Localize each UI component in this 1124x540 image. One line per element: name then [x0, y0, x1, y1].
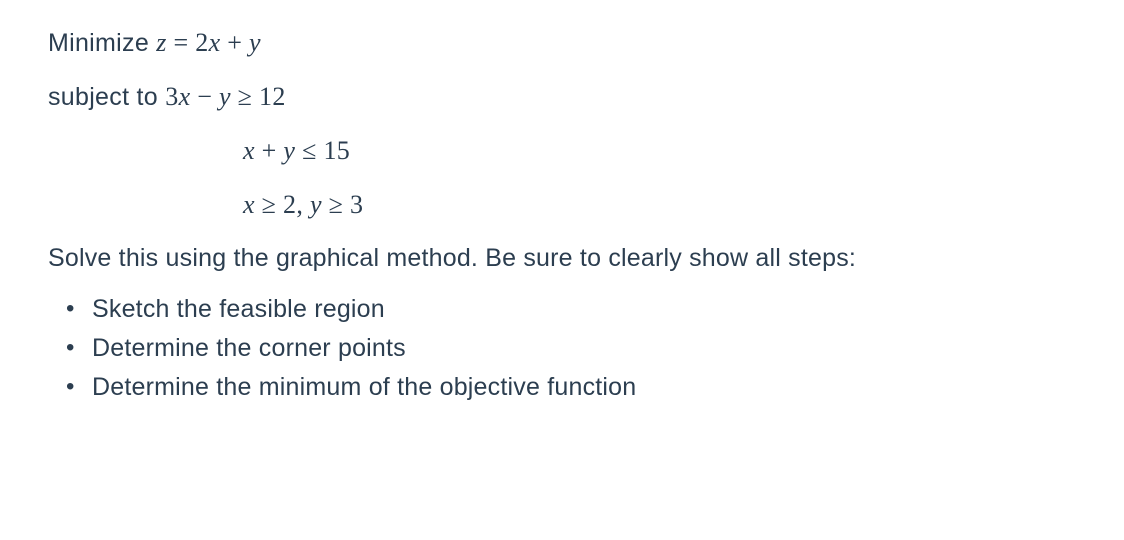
c2-plus: +: [255, 136, 284, 165]
step-corners: Determine the corner points: [92, 334, 1076, 363]
objective-line: Minimize z = 2x + y: [48, 28, 1076, 58]
c3-comma: ,: [296, 190, 310, 219]
objective-var: z: [156, 28, 166, 57]
c1-geq: ≥: [231, 82, 259, 111]
c3-2: 2: [283, 190, 296, 219]
c3-geq2: ≥: [322, 190, 350, 219]
coef-2: 2: [195, 28, 208, 57]
c1-y: y: [219, 82, 231, 111]
instruction-text: Solve this using the graphical method. B…: [48, 244, 1076, 273]
c1-rhs: 12: [259, 82, 286, 111]
constraint-line-2: x + y ≤ 15: [48, 136, 1076, 166]
c2-y: y: [283, 136, 295, 165]
constraint-line-1: subject to 3x − y ≥ 12: [48, 82, 1076, 112]
c3-y: y: [310, 190, 322, 219]
c3-3: 3: [350, 190, 363, 219]
c2-x: x: [243, 136, 255, 165]
step-minimum: Determine the minimum of the objective f…: [92, 373, 1076, 402]
c1-minus: −: [190, 82, 219, 111]
subject-to-label: subject to: [48, 83, 165, 111]
plus-op: +: [220, 28, 249, 57]
c1-coef: 3: [165, 82, 178, 111]
objective-label: Minimize: [48, 29, 156, 57]
step-sketch: Sketch the feasible region: [92, 295, 1076, 324]
steps-list: Sketch the feasible region Determine the…: [48, 295, 1076, 402]
c3-geq1: ≥: [255, 190, 283, 219]
c1-x: x: [179, 82, 191, 111]
c2-leq: ≤: [295, 136, 323, 165]
var-y: y: [249, 28, 261, 57]
var-x: x: [209, 28, 221, 57]
equals-sign: =: [167, 28, 196, 57]
constraint-line-3: x ≥ 2, y ≥ 3: [48, 190, 1076, 220]
c3-x: x: [243, 190, 255, 219]
c2-rhs: 15: [323, 136, 350, 165]
